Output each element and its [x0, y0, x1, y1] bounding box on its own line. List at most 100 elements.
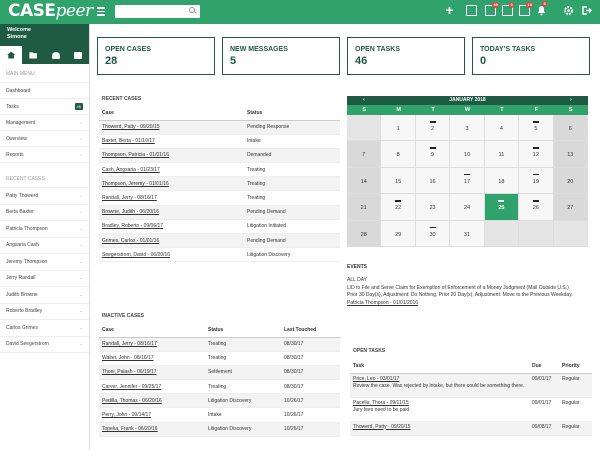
calendar-day[interactable]: 6: [553, 115, 588, 142]
tasks-icon[interactable]: 40: [485, 2, 500, 16]
add-icon[interactable]: +: [444, 3, 455, 17]
col-case: Case: [99, 324, 205, 338]
event-marker: [429, 226, 436, 229]
sidebar-item-overview[interactable]: Overview ⌄: [0, 131, 89, 147]
calendar-day[interactable]: 15: [381, 167, 416, 195]
calendar-day[interactable]: 20: [553, 167, 588, 195]
task-link[interactable]: Thowerd, Patty - 09/20/15: [353, 424, 526, 431]
calendar-day[interactable]: 3: [450, 115, 485, 142]
case-link[interactable]: Thompson, Patricia - 01/01/16: [99, 148, 244, 164]
calendar-day[interactable]: 5: [519, 115, 554, 142]
calendar-day[interactable]: 17: [450, 167, 485, 195]
case-link[interactable]: Perry, John - 09/14/17: [99, 407, 205, 423]
case-link[interactable]: Browne, Judith - 06/20/16: [99, 205, 244, 220]
case-link[interactable]: Topeka, Frank - 06/20/16: [99, 422, 205, 437]
calendar-day[interactable]: 28: [347, 220, 382, 247]
case-link[interactable]: Thompson, Jeremy - 01/01/16: [99, 176, 244, 192]
inbox-icon[interactable]: 18: [519, 2, 534, 16]
sidebar-recent-case[interactable]: Jeremy Thompson ⌄: [0, 254, 89, 271]
calendar-day[interactable]: 22: [381, 194, 416, 221]
sidebar-item-management[interactable]: Management ⌄: [0, 115, 89, 131]
open-tasks-card[interactable]: OPEN TASKS 46: [347, 37, 465, 75]
calendar-day[interactable]: 4: [484, 115, 520, 142]
calendar-day[interactable]: 10: [450, 141, 485, 168]
calendar-day[interactable]: 13: [553, 141, 588, 168]
task-link[interactable]: Pacella, Thora - 09/11/15: [353, 400, 526, 407]
logout-icon[interactable]: [581, 5, 593, 16]
case-link[interactable]: Bradley, Roberto - 09/06/17: [99, 219, 244, 235]
tab-home[interactable]: [0, 46, 23, 64]
search-input[interactable]: [115, 5, 200, 18]
case-link[interactable]: Pedilla, Thomas - 06/20/16: [99, 393, 205, 409]
case-link[interactable]: Cash, Angsaria - 01/23/17: [99, 162, 244, 178]
case-link[interactable]: Grimes, Carlos - 01/01/16: [99, 233, 244, 249]
tab-folders[interactable]: [22, 46, 44, 64]
sidebar-recent-case[interactable]: Judith Browne ⌄: [0, 287, 89, 304]
calendar-day[interactable]: 9: [415, 141, 451, 168]
sidebar-recent-case[interactable]: David Seegerstrom ⌄: [0, 337, 89, 353]
tab-contacts[interactable]: [45, 46, 67, 64]
case-link[interactable]: Walter, John - 08/16/17: [99, 351, 205, 366]
case-link[interactable]: Thowerd, Patty - 09/20/15: [99, 120, 244, 135]
calendar-day[interactable]: 7: [347, 141, 382, 168]
calendar-day[interactable]: 12: [519, 141, 554, 168]
calendar-day[interactable]: 19: [519, 167, 554, 195]
calendar-day[interactable]: 2: [415, 115, 451, 142]
recent-cases-table: Case Status Thowerd, Patty - 09/20/15 Pen…: [99, 107, 340, 263]
calendar-day[interactable]: 25: [484, 194, 520, 221]
case-link[interactable]: Randall, Jerry - 08/16/17: [99, 190, 244, 206]
event-case-link[interactable]: Patricia Thompson - 01/01/2016: [347, 300, 592, 308]
calendar-prev-button[interactable]: ‹: [359, 96, 369, 105]
sidebar-recent-case[interactable]: Angsaria Cash ⌄: [0, 238, 89, 254]
new-messages-card[interactable]: NEW MESSAGES 5: [222, 37, 340, 75]
case-link[interactable]: Randall, Jerry - 08/16/17: [99, 337, 205, 352]
sidebar-item-reports[interactable]: Reports ⌄: [0, 147, 89, 163]
case-link[interactable]: Baxter, Berta - 01/10/17: [99, 134, 244, 149]
calendar-day[interactable]: 8: [381, 141, 416, 168]
case-link[interactable]: Thoni, Palash - 06/19/17: [99, 365, 205, 381]
welcome-panel: Welcome Simone: [0, 24, 89, 46]
todays-tasks-card[interactable]: TODAY'S TASKS 0: [472, 37, 590, 75]
sidebar-recent-case[interactable]: Berta Baxter ⌄: [0, 205, 89, 221]
calendar-day[interactable]: 1: [381, 115, 416, 142]
calendar-weekdays: SMTWTFS: [347, 105, 588, 115]
bell-icon[interactable]: 5: [536, 1, 548, 16]
sidebar-recent-case[interactable]: Jerry Randall ⌄: [0, 271, 89, 287]
calendar-day[interactable]: 23: [415, 194, 451, 221]
sidebar-recent-case[interactable]: Patty Thowerd ⌄: [0, 188, 89, 205]
sidebar-recent-case[interactable]: Carlos Grimes ⌄: [0, 320, 89, 337]
calendar-day[interactable]: 18: [484, 167, 520, 195]
sidebar-recent-case[interactable]: Patricia Thompson ⌄: [0, 221, 89, 238]
tab-calendar[interactable]: [67, 46, 89, 64]
sidebar-recent-case[interactable]: Roberto Bradley ⌄: [0, 304, 89, 320]
day-number: 24: [463, 205, 471, 212]
calendar-next-button[interactable]: ›: [566, 96, 576, 105]
calendar-day[interactable]: 21: [347, 194, 382, 221]
day-number: 11: [498, 152, 505, 159]
calendar-day[interactable]: 16: [415, 167, 451, 195]
menu-icon[interactable]: [97, 7, 105, 16]
recent-case-label: Berta Baxter: [6, 209, 34, 216]
app-logo[interactable]: CASEpeer: [8, 1, 93, 21]
case-link[interactable]: Carver, Jennifer - 09/25/17: [99, 379, 205, 395]
calendar-icon[interactable]: [466, 5, 477, 16]
messages-icon[interactable]: 5: [502, 2, 515, 16]
calendar-day[interactable]: 27: [553, 194, 588, 221]
calendar-day[interactable]: 24: [450, 194, 485, 221]
open-cases-card[interactable]: OPEN CASES 28: [97, 37, 215, 75]
calendar-day[interactable]: 31: [450, 220, 485, 247]
sidebar-item-dashboard[interactable]: Dashboard: [0, 83, 89, 99]
calendar-day[interactable]: 30: [415, 220, 451, 247]
users-icon: [51, 51, 60, 59]
calendar-day[interactable]: 29: [381, 220, 416, 247]
calendar-day[interactable]: 26: [519, 194, 554, 221]
sidebar-item-tasks[interactable]: Tasks 46: [0, 99, 89, 115]
task-link[interactable]: Price, Leo - 03/01/17: [353, 376, 526, 383]
day-number: 31: [463, 231, 471, 238]
calendar-day[interactable]: 11: [484, 141, 520, 168]
search-icon[interactable]: [189, 7, 195, 13]
case-link[interactable]: Seegerstrom, David - 06/20/16: [99, 247, 244, 263]
calendar-day[interactable]: 14: [347, 167, 382, 195]
gear-icon[interactable]: [563, 5, 574, 16]
recent-cases-title: RECENT CASES: [102, 96, 142, 102]
